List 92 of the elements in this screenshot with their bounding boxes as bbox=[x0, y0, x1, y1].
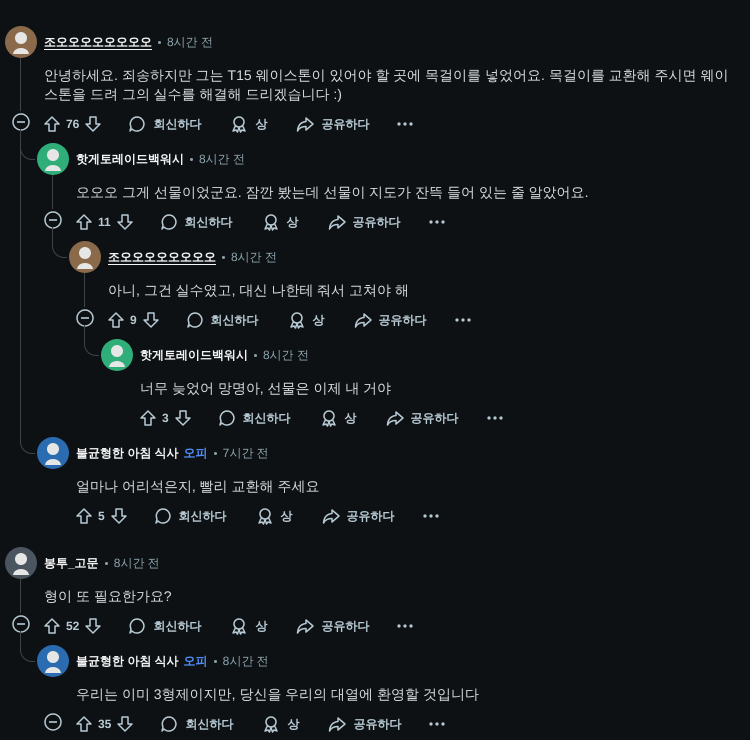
downvote-icon[interactable] bbox=[140, 310, 161, 330]
upvote-icon[interactable] bbox=[138, 408, 158, 428]
comment-text: 얼마나 어리석은지, 빨리 교환해 주세요 bbox=[76, 477, 320, 496]
award-button[interactable]: 상 bbox=[254, 208, 305, 236]
timestamp: 8시간 전 bbox=[167, 34, 214, 50]
username[interactable]: 봉투_고문 bbox=[44, 554, 99, 572]
collapse-icon[interactable] bbox=[44, 713, 62, 731]
downvote-icon[interactable] bbox=[115, 714, 136, 734]
downvote-icon[interactable] bbox=[83, 114, 104, 134]
award-button[interactable]: 상 bbox=[223, 110, 274, 138]
speech-bubble-icon bbox=[127, 616, 148, 636]
vote-count: 11 bbox=[98, 215, 111, 229]
separator-dot bbox=[214, 452, 217, 454]
downvote-icon[interactable] bbox=[172, 408, 193, 428]
comment-text: 안녕하세요. 죄송하지만 그는 T15 웨이스톤이 있어야 할 곳에 목걸이를 넣었어요. 목걸이를 교환해 주시면 웨이스톤을 드려 그의 실수를 해결해 드리겠습니다 :) bbox=[44, 66, 730, 104]
vote-count: 3 bbox=[162, 411, 169, 425]
upvote-icon[interactable] bbox=[74, 714, 94, 734]
vote-count: 76 bbox=[66, 117, 80, 131]
timestamp: 7시간 전 bbox=[222, 444, 269, 462]
more-icon bbox=[428, 220, 445, 224]
vote-count: 35 bbox=[98, 717, 112, 731]
username[interactable]: 핫게토레이드백워시 bbox=[76, 150, 184, 168]
upvote-icon[interactable] bbox=[74, 212, 94, 232]
speech-bubble-icon bbox=[127, 114, 148, 134]
downvote-icon[interactable] bbox=[108, 506, 129, 526]
more-icon bbox=[397, 624, 414, 628]
award-button[interactable]: 상 bbox=[255, 710, 306, 738]
share-button[interactable]: 공유하다 bbox=[289, 612, 376, 640]
username[interactable]: 불균형한 아침 식사 bbox=[76, 652, 179, 670]
comment-text: 아니, 그건 실수였고, 대신 나한테 줘서 고쳐야 해 bbox=[108, 281, 410, 300]
speech-bubble-icon bbox=[158, 212, 179, 232]
speech-bubble-icon bbox=[216, 408, 237, 428]
share-button[interactable]: 공유하다 bbox=[321, 710, 408, 738]
award-button[interactable]: 상 bbox=[248, 502, 299, 530]
award-button[interactable]: 상 bbox=[223, 612, 274, 640]
timestamp: 8시간 전 bbox=[114, 554, 160, 572]
comment-text: 우리는 이미 3형제이지만, 당신을 우리의 대열에 환영할 것입니다 bbox=[76, 685, 480, 704]
more-icon bbox=[429, 722, 446, 726]
username[interactable]: 핫게토레이드백워시 bbox=[140, 346, 248, 364]
comment-text: 오오오 그게 선물이었군요. 잠깐 봤는데 선물이 지도가 잔뜩 들어 있는 줄 알았어요. bbox=[76, 183, 590, 202]
share-button[interactable]: 공유하다 bbox=[314, 502, 401, 530]
timestamp: 8시간 전 bbox=[231, 248, 278, 266]
timestamp: 8시간 전 bbox=[263, 346, 310, 364]
vote-count: 52 bbox=[66, 619, 80, 633]
reply-button[interactable]: 회신하다 bbox=[178, 306, 265, 334]
collapse-icon[interactable] bbox=[12, 615, 30, 633]
separator-dot bbox=[222, 256, 225, 258]
timestamp: 8시간 전 bbox=[222, 652, 269, 670]
reply-button[interactable]: 회신하다 bbox=[153, 710, 240, 738]
username[interactable]: 조오오오오오오오오 bbox=[108, 248, 216, 266]
share-button[interactable]: 공유하다 bbox=[320, 208, 407, 236]
collapse-icon[interactable] bbox=[76, 309, 94, 327]
upvote-icon[interactable] bbox=[42, 114, 62, 134]
separator-dot bbox=[214, 660, 217, 662]
comment-text: 너무 늦었어 망명아, 선물은 이제 내 거야 bbox=[140, 379, 392, 398]
speech-bubble-icon bbox=[152, 506, 173, 526]
award-button[interactable]: 상 bbox=[280, 306, 331, 334]
downvote-icon[interactable] bbox=[114, 212, 135, 232]
timestamp: 8시간 전 bbox=[199, 150, 246, 168]
share-button[interactable]: 공유하다 bbox=[378, 404, 465, 432]
comment-text: 형이 또 필요한가요? bbox=[44, 587, 173, 606]
award-button[interactable]: 상 bbox=[312, 404, 363, 432]
collapse-icon[interactable] bbox=[12, 113, 30, 131]
upvote-icon[interactable] bbox=[106, 310, 126, 330]
upvote-icon[interactable] bbox=[74, 506, 94, 526]
share-button[interactable]: 공유하다 bbox=[346, 306, 433, 334]
op-label: 오피 bbox=[184, 444, 208, 462]
more-icon bbox=[486, 416, 503, 420]
more-icon bbox=[397, 122, 414, 126]
speech-bubble-icon bbox=[184, 310, 205, 330]
vote-count: 5 bbox=[98, 509, 105, 523]
downvote-icon[interactable] bbox=[83, 616, 104, 636]
vote-count: 9 bbox=[130, 313, 137, 327]
reply-button[interactable]: 회신하다 bbox=[121, 612, 208, 640]
separator-dot bbox=[254, 354, 257, 356]
separator-dot bbox=[190, 158, 193, 160]
reply-button[interactable]: 회신하다 bbox=[210, 404, 297, 432]
collapse-icon[interactable] bbox=[44, 211, 62, 229]
share-button[interactable]: 공유하다 bbox=[289, 110, 376, 138]
separator-dot bbox=[158, 40, 161, 44]
op-label: 오피 bbox=[184, 652, 208, 670]
separator-dot bbox=[104, 562, 108, 564]
reply-button[interactable]: 회신하다 bbox=[146, 502, 233, 530]
speech-bubble-icon bbox=[159, 714, 180, 734]
username[interactable]: 조오오오오오오오오 bbox=[44, 34, 152, 50]
reply-button[interactable]: 회신하다 bbox=[152, 208, 239, 236]
reply-button[interactable]: 회신하다 bbox=[121, 110, 208, 138]
username[interactable]: 불균형한 아침 식사 bbox=[76, 444, 179, 462]
more-icon bbox=[422, 514, 439, 518]
thread-line bbox=[20, 434, 35, 454]
more-icon bbox=[454, 318, 471, 322]
upvote-icon[interactable] bbox=[42, 616, 62, 636]
